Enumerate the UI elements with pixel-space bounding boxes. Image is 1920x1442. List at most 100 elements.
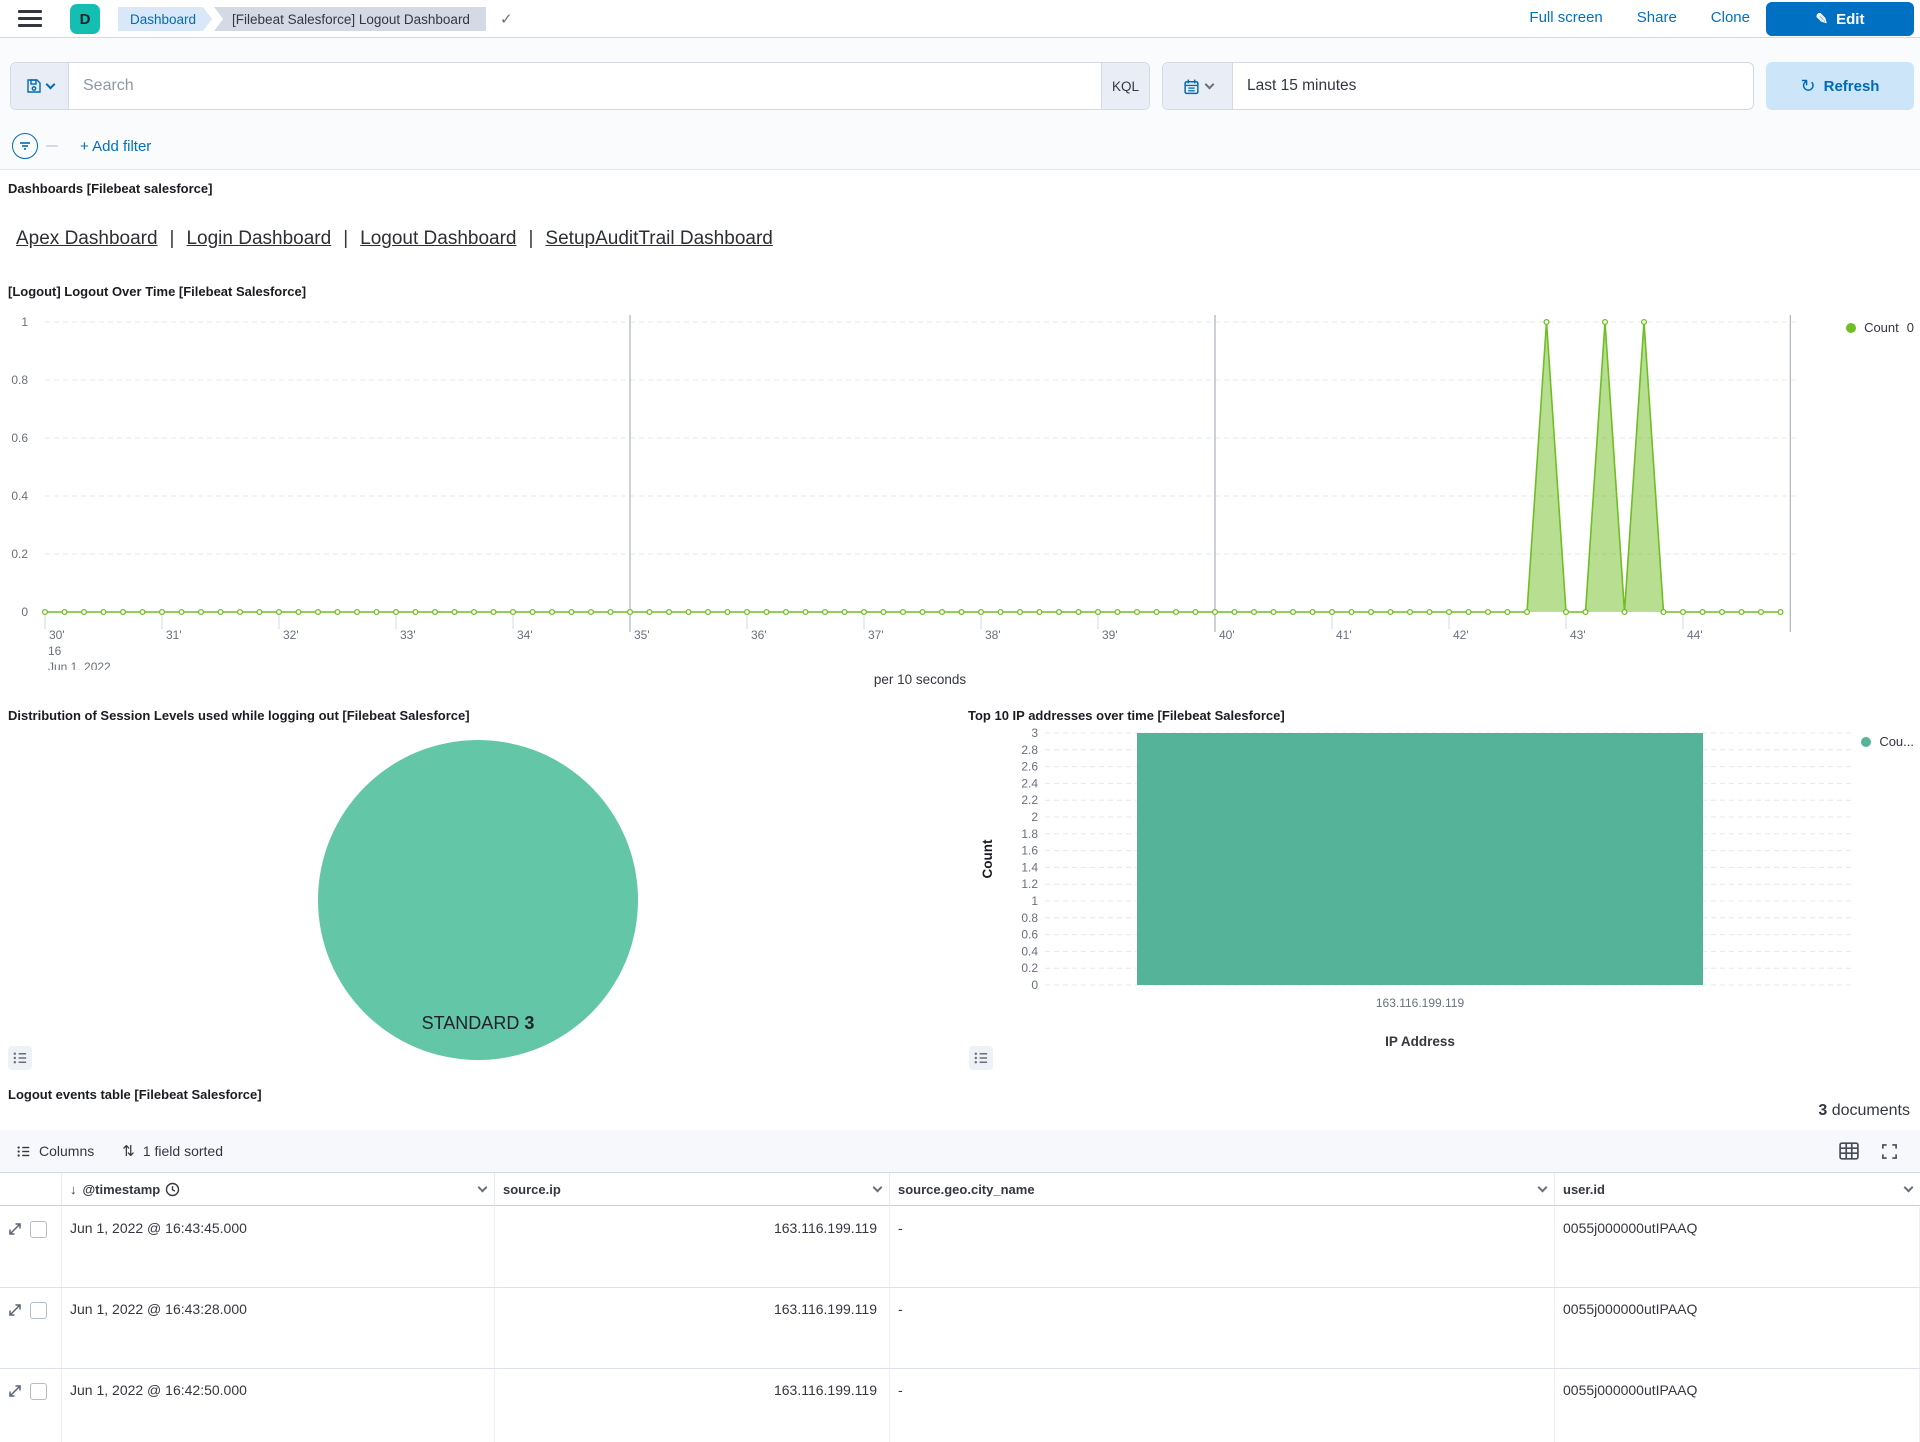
link-login-dashboard[interactable]: Login Dashboard — [186, 228, 331, 249]
list-icon — [12, 1050, 28, 1066]
space-avatar[interactable]: D — [70, 4, 100, 34]
markdown-panel-title: Dashboards [Filebeat salesforce] — [8, 181, 212, 196]
breadcrumb-current: [Filebeat Salesforce] Logout Dashboard — [214, 7, 486, 31]
svg-text:2.4: 2.4 — [1021, 776, 1038, 790]
expand-row-icon[interactable] — [8, 1303, 22, 1317]
svg-text:37': 37' — [868, 628, 884, 642]
check-icon: ✓ — [500, 10, 513, 28]
sort-fields-button[interactable]: ⇅ 1 field sorted — [122, 1142, 223, 1160]
columns-button[interactable]: Columns — [16, 1143, 94, 1159]
divider — [46, 145, 58, 147]
add-filter-button[interactable]: + Add filter — [80, 138, 151, 155]
date-quick-menu-button[interactable] — [1163, 63, 1233, 109]
top-ip-chart[interactable]: 00.20.40.60.811.21.41.61.822.22.42.62.83… — [960, 722, 1920, 1022]
link-apex-dashboard[interactable]: Apex Dashboard — [16, 228, 158, 249]
logout-over-time-chart[interactable]: 00.20.40.60.8130'31'32'33'34'35'36'37'38… — [0, 310, 1920, 670]
session-levels-title: Distribution of Session Levels used whil… — [8, 708, 470, 723]
edit-button[interactable]: ✎ Edit — [1766, 2, 1914, 36]
svg-text:0.8: 0.8 — [11, 373, 28, 387]
pie-slice-label: STANDARD 3 — [328, 1013, 628, 1034]
svg-text:163.116.199.119: 163.116.199.119 — [1376, 996, 1465, 1010]
cell-city-name: - — [890, 1207, 1555, 1287]
svg-text:0.2: 0.2 — [11, 547, 28, 561]
svg-text:0.4: 0.4 — [11, 489, 28, 503]
cell-city-name: - — [890, 1369, 1555, 1442]
header-source-geo-city-name[interactable]: source.geo.city_name — [890, 1173, 1555, 1205]
header-user-id[interactable]: user.id — [1555, 1173, 1920, 1205]
row-checkbox[interactable] — [30, 1302, 47, 1319]
saved-query-menu-button[interactable] — [11, 63, 69, 109]
svg-text:36': 36' — [751, 628, 767, 642]
clone-button[interactable]: Clone — [1711, 9, 1750, 26]
fullscreen-icon — [1881, 1143, 1898, 1160]
svg-text:1.4: 1.4 — [1021, 860, 1038, 874]
svg-text:2: 2 — [1031, 810, 1038, 824]
svg-text:2.2: 2.2 — [1021, 793, 1038, 807]
svg-text:0.2: 0.2 — [1021, 961, 1038, 975]
full-screen-button[interactable]: Full screen — [1529, 9, 1602, 26]
cell-user-id: 0055j000000utIPAAQ — [1555, 1369, 1920, 1442]
link-logout-dashboard[interactable]: Logout Dashboard — [360, 228, 516, 249]
svg-text:30': 30' — [49, 628, 65, 642]
svg-text:41': 41' — [1336, 628, 1352, 642]
datagrid-toolbar: Columns ⇅ 1 field sorted — [0, 1130, 1920, 1172]
bar-xaxis-title: IP Address — [1320, 1034, 1520, 1049]
svg-text:0.6: 0.6 — [11, 431, 28, 445]
kibana-dashboard-page: D Dashboard [Filebeat Salesforce] Logout… — [0, 0, 1920, 1442]
cell-source-ip: 163.116.199.119 — [495, 1288, 890, 1368]
breadcrumb-dashboard[interactable]: Dashboard — [118, 7, 212, 31]
bar-legend-dot — [1861, 737, 1871, 747]
refresh-button[interactable]: ↻ Refresh — [1766, 62, 1914, 110]
document-count: 3 documents — [1818, 1102, 1910, 1120]
display-options-button[interactable] — [1839, 1142, 1859, 1160]
svg-text:1.2: 1.2 — [1021, 877, 1038, 891]
svg-text:35': 35' — [634, 628, 650, 642]
cell-user-id: 0055j000000utIPAAQ — [1555, 1288, 1920, 1368]
table-grid-icon — [1839, 1142, 1859, 1160]
search-input[interactable] — [69, 77, 1101, 95]
svg-text:34': 34' — [517, 628, 533, 642]
header-source-ip[interactable]: source.ip — [495, 1173, 890, 1205]
menu-icon[interactable] — [18, 10, 42, 28]
row-controls — [0, 1207, 62, 1287]
nav-actions: Full screen Share Clone — [1529, 9, 1750, 26]
cell-user-id: 0055j000000utIPAAQ — [1555, 1207, 1920, 1287]
bar-legend[interactable]: Cou... — [1861, 734, 1914, 749]
header-timestamp[interactable]: ↓ @timestamp — [62, 1173, 495, 1205]
chevron-down-icon[interactable] — [478, 1182, 488, 1192]
svg-text:0: 0 — [1031, 978, 1038, 992]
share-button[interactable]: Share — [1637, 9, 1677, 26]
svg-text:40': 40' — [1219, 628, 1235, 642]
row-checkbox[interactable] — [30, 1383, 47, 1400]
bar-legend-toggle-button[interactable] — [969, 1046, 993, 1070]
svg-text:31': 31' — [166, 628, 182, 642]
expand-row-icon[interactable] — [8, 1222, 22, 1236]
svg-text:1.6: 1.6 — [1021, 844, 1038, 858]
kql-button[interactable]: KQL — [1101, 63, 1149, 109]
chevron-down-icon[interactable] — [1538, 1182, 1548, 1192]
svg-text:0.8: 0.8 — [1021, 911, 1038, 925]
chevron-down-icon[interactable] — [1904, 1182, 1914, 1192]
svg-text:0.6: 0.6 — [1021, 928, 1038, 942]
svg-text:1: 1 — [21, 315, 28, 329]
expand-row-icon[interactable] — [8, 1384, 22, 1398]
svg-text:1: 1 — [1031, 894, 1038, 908]
pie-legend-toggle-button[interactable] — [8, 1046, 32, 1070]
sort-desc-icon: ↓ — [70, 1182, 77, 1197]
table-body: Jun 1, 2022 @ 16:43:45.000 163.116.199.1… — [0, 1207, 1920, 1442]
query-bar-section: KQL Last 15 minutes ↻ Refresh — [0, 38, 1920, 170]
area-legend[interactable]: Count 0 — [1846, 320, 1914, 335]
row-controls — [0, 1369, 62, 1442]
svg-text:2.6: 2.6 — [1021, 760, 1038, 774]
link-setupaudittrail-dashboard[interactable]: SetupAuditTrail Dashboard — [545, 228, 772, 249]
area-xaxis-title: per 10 seconds — [0, 672, 1840, 687]
chevron-down-icon — [1204, 79, 1214, 89]
table-header: ↓ @timestamp source.ip source.geo.city_n… — [0, 1172, 1920, 1206]
time-range-value[interactable]: Last 15 minutes — [1233, 77, 1356, 95]
chevron-down-icon[interactable] — [873, 1182, 883, 1192]
top-nav: D Dashboard [Filebeat Salesforce] Logout… — [0, 0, 1920, 38]
filter-icon[interactable] — [12, 133, 38, 159]
row-checkbox[interactable] — [30, 1221, 47, 1238]
fullscreen-button[interactable] — [1881, 1143, 1898, 1160]
pie-slice[interactable] — [318, 740, 638, 1060]
